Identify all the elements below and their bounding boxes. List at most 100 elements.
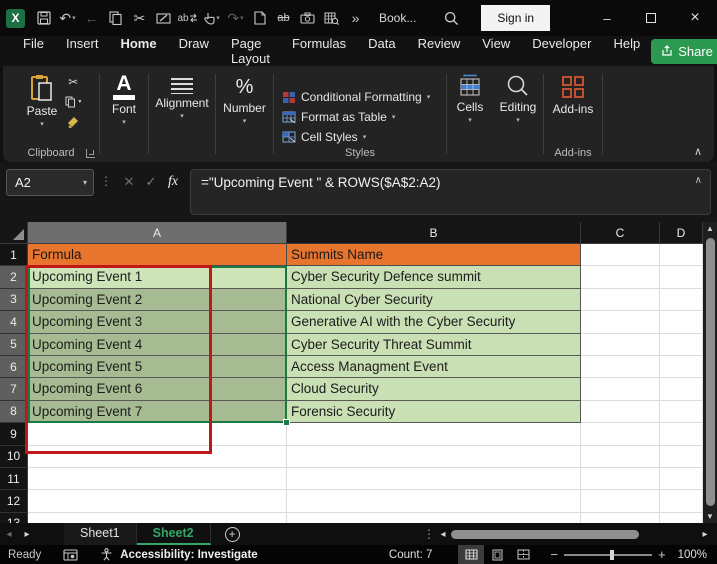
cell-D3[interactable] bbox=[660, 288, 703, 312]
cell-B5[interactable]: Cyber Security Threat Summit bbox=[287, 333, 581, 356]
fill-handle[interactable] bbox=[283, 419, 290, 426]
cell-C11[interactable] bbox=[581, 467, 660, 491]
conditional-formatting-button[interactable]: Conditional Formatting ▾ bbox=[282, 89, 430, 105]
cell-C7[interactable] bbox=[581, 378, 660, 401]
accessibility-icon[interactable] bbox=[100, 548, 113, 561]
copy-small-button[interactable]: ▾ bbox=[65, 94, 81, 109]
cell-B7[interactable]: Cloud Security bbox=[287, 378, 581, 401]
format-painter-icon[interactable] bbox=[65, 114, 81, 129]
cell-A10[interactable] bbox=[28, 445, 287, 468]
cell-A4[interactable]: Upcoming Event 3 bbox=[28, 311, 287, 334]
cell-B6[interactable]: Access Managment Event bbox=[287, 355, 581, 379]
insert-function-icon[interactable]: fx bbox=[162, 169, 184, 195]
cell-A1[interactable]: Formula bbox=[28, 244, 287, 267]
redo-button[interactable]: ↷ ▾ bbox=[224, 5, 247, 31]
page-break-view-icon[interactable] bbox=[510, 545, 536, 564]
cell-B3[interactable]: National Cyber Security bbox=[287, 288, 581, 312]
sign-in-button[interactable]: Sign in bbox=[481, 5, 551, 31]
format-as-table-button[interactable]: Format as Table ▾ bbox=[282, 109, 395, 125]
new-sheet-icon[interactable]: + bbox=[224, 526, 240, 542]
cell-D11[interactable] bbox=[660, 467, 703, 491]
cell-A5[interactable]: Upcoming Event 4 bbox=[28, 333, 287, 356]
cell-D1[interactable] bbox=[660, 244, 703, 267]
draw-edit-icon[interactable] bbox=[152, 5, 175, 31]
cell-A12[interactable] bbox=[28, 490, 287, 513]
cell-D7[interactable] bbox=[660, 378, 703, 401]
cell-B4[interactable]: Generative AI with the Cyber Security bbox=[287, 311, 581, 334]
cell-B12[interactable] bbox=[287, 490, 581, 513]
close-button[interactable]: × bbox=[673, 0, 717, 36]
cell-A7[interactable]: Upcoming Event 6 bbox=[28, 378, 287, 401]
new-document-icon[interactable] bbox=[248, 5, 271, 31]
vertical-scroll-thumb[interactable] bbox=[705, 238, 715, 506]
font-button[interactable]: A Font ▾ bbox=[106, 72, 142, 128]
more-commands-icon[interactable]: » bbox=[344, 5, 367, 31]
name-box[interactable]: A2 ▾ bbox=[6, 169, 94, 196]
cell-C13[interactable] bbox=[581, 512, 660, 523]
column-header-C[interactable]: C bbox=[581, 222, 660, 244]
addins-button[interactable]: Add-ins bbox=[547, 72, 600, 118]
cell-D6[interactable] bbox=[660, 355, 703, 379]
cell-B9[interactable] bbox=[287, 423, 581, 446]
tab-file[interactable]: File bbox=[12, 31, 55, 71]
touch-mode-button[interactable]: ▾ bbox=[200, 5, 223, 31]
tab-developer[interactable]: Developer bbox=[521, 31, 602, 71]
paste-button[interactable]: Paste ▾ bbox=[21, 72, 64, 130]
column-header-B[interactable]: B bbox=[287, 222, 581, 244]
cell-D9[interactable] bbox=[660, 423, 703, 446]
cell-A2[interactable]: Upcoming Event 1 bbox=[28, 266, 287, 289]
row-header-13[interactable]: 13 bbox=[0, 512, 28, 523]
row-header-12[interactable]: 12 bbox=[0, 490, 28, 513]
cell-B8[interactable]: Forensic Security bbox=[287, 400, 581, 424]
cell-C6[interactable] bbox=[581, 355, 660, 379]
sheet-nav-left-icon[interactable]: ◂ bbox=[0, 529, 18, 540]
tab-formulas[interactable]: Formulas bbox=[281, 31, 357, 71]
cell-C3[interactable] bbox=[581, 288, 660, 312]
formula-input[interactable]: ="Upcoming Event " & ROWS($A$2:A2) ∧ bbox=[190, 169, 711, 215]
normal-view-icon[interactable] bbox=[458, 545, 485, 564]
cancel-icon[interactable]: ✕ bbox=[118, 169, 140, 195]
cell-C8[interactable] bbox=[581, 400, 660, 424]
cell-D8[interactable] bbox=[660, 400, 703, 424]
table-lookup-icon[interactable] bbox=[320, 5, 343, 31]
row-header-1[interactable]: 1 bbox=[0, 244, 28, 267]
select-all-corner[interactable] bbox=[0, 222, 28, 244]
tab-help[interactable]: Help bbox=[602, 31, 651, 71]
share-button[interactable]: Share▾ bbox=[651, 38, 717, 64]
tab-page-layout[interactable]: Page Layout bbox=[220, 31, 281, 71]
undo-button[interactable]: ↶ ▾ bbox=[56, 5, 79, 31]
row-header-4[interactable]: 4 bbox=[0, 311, 28, 334]
go-back-icon[interactable]: ← bbox=[80, 5, 103, 31]
macro-record-icon[interactable] bbox=[63, 548, 78, 561]
hscroll-left-icon[interactable]: ◂ bbox=[435, 529, 451, 540]
vertical-scrollbar[interactable]: ▲ ▼ bbox=[703, 222, 717, 523]
cell-D2[interactable] bbox=[660, 266, 703, 289]
cell-B10[interactable] bbox=[287, 445, 581, 468]
cut-small-icon[interactable]: ✂ bbox=[65, 74, 81, 89]
sheet-nav-right-icon[interactable]: ▸ bbox=[18, 529, 36, 540]
cell-A8[interactable]: Upcoming Event 7 bbox=[28, 400, 287, 424]
tab-insert[interactable]: Insert bbox=[55, 31, 110, 71]
row-header-3[interactable]: 3 bbox=[0, 288, 28, 312]
cell-C12[interactable] bbox=[581, 490, 660, 513]
zoom-slider[interactable] bbox=[563, 549, 652, 560]
tab-home[interactable]: Home bbox=[109, 31, 167, 71]
cell-C9[interactable] bbox=[581, 423, 660, 446]
row-header-10[interactable]: 10 bbox=[0, 445, 28, 468]
cell-A3[interactable]: Upcoming Event 2 bbox=[28, 288, 287, 312]
row-header-5[interactable]: 5 bbox=[0, 333, 28, 356]
tab-data[interactable]: Data bbox=[357, 31, 406, 71]
zoom-level[interactable]: 100% bbox=[678, 549, 707, 561]
tab-review[interactable]: Review bbox=[407, 31, 472, 71]
sheet-tab-sheet1[interactable]: Sheet1 bbox=[64, 523, 137, 545]
cell-C1[interactable] bbox=[581, 244, 660, 267]
cell-C4[interactable] bbox=[581, 311, 660, 334]
collapse-ribbon-icon[interactable]: ∧ bbox=[694, 145, 702, 158]
count-status[interactable]: Count: 7 bbox=[389, 549, 432, 561]
row-header-8[interactable]: 8 bbox=[0, 400, 28, 424]
row-header-11[interactable]: 11 bbox=[0, 467, 28, 491]
cell-C2[interactable] bbox=[581, 266, 660, 289]
find-replace-icon[interactable]: ab bbox=[176, 5, 199, 31]
hscroll-right-icon[interactable]: ▸ bbox=[693, 529, 717, 540]
cell-B11[interactable] bbox=[287, 467, 581, 491]
